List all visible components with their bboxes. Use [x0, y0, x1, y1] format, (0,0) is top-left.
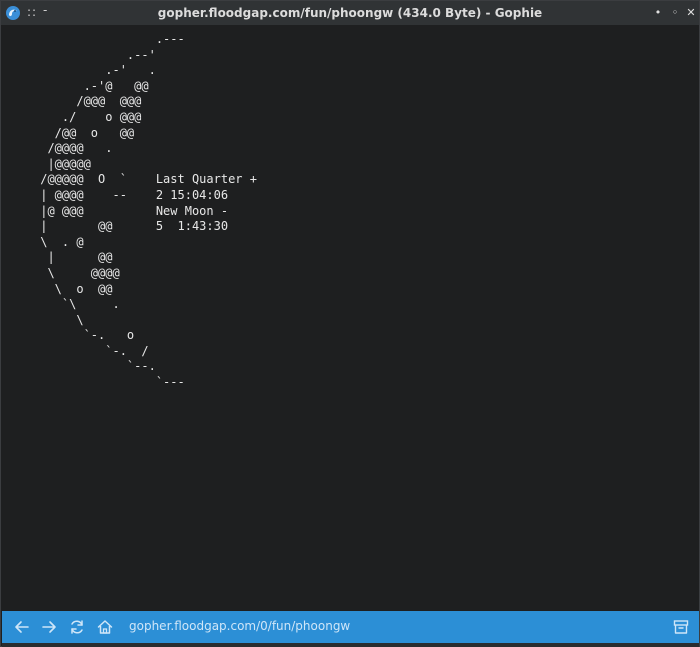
text-line: /@@@@ .	[33, 141, 113, 156]
text-line: |@ @@@ New Moon -	[33, 203, 229, 218]
moon-phase-text: .--- .--' .-' . .-'@ @@ /@@@ @@@ ./ o @@…	[33, 32, 257, 391]
text-line: |@@@@@	[33, 156, 91, 171]
text-line: \ . @	[33, 234, 84, 249]
archive-icon[interactable]	[672, 618, 690, 636]
text-line: `-. /	[33, 343, 149, 358]
text-line: .--'	[33, 47, 156, 62]
text-line: /@@ o @@	[33, 125, 135, 140]
maximize-button[interactable]: ◦	[668, 6, 682, 20]
text-line: \ o @@	[33, 281, 113, 296]
navigation-bar: gopher.floodgap.com/0/fun/phoongw	[2, 611, 699, 643]
text-line: \ @@@@	[33, 265, 120, 280]
close-button[interactable]: ✕	[684, 6, 698, 20]
text-line: .---	[33, 32, 185, 46]
title-bar[interactable]: :: - gopher.floodgap.com/fun/phoongw (43…	[1, 1, 699, 25]
text-line: `-. o	[33, 328, 135, 343]
text-line: | @@	[33, 250, 113, 265]
refresh-icon[interactable]	[68, 618, 86, 636]
text-line: | @@@@ -- 2 15:04:06	[33, 187, 229, 202]
text-line: \	[33, 312, 84, 327]
minimize-button[interactable]: •	[651, 6, 665, 20]
window-bottom-border	[2, 643, 699, 647]
text-line: .-'@ @@	[33, 78, 149, 93]
text-line: `--.	[33, 359, 156, 374]
text-line: `\ .	[33, 297, 120, 312]
home-icon[interactable]	[96, 618, 114, 636]
document-view[interactable]: .--- .--' .-' . .-'@ @@ /@@@ @@@ ./ o @@…	[2, 25, 699, 611]
text-line: /@@@@@ O ` Last Quarter +	[33, 172, 257, 187]
text-line: .-' .	[33, 63, 156, 78]
text-line: `---	[33, 375, 185, 390]
forward-arrow-icon[interactable]	[40, 618, 58, 636]
app-window: :: - gopher.floodgap.com/fun/phoongw (43…	[0, 0, 700, 647]
back-arrow-icon[interactable]	[13, 618, 31, 636]
window-title: gopher.floodgap.com/fun/phoongw (434.0 B…	[157, 6, 543, 20]
address-field[interactable]: gopher.floodgap.com/0/fun/phoongw	[129, 619, 350, 633]
text-line: | @@ 5 1:43:30	[33, 219, 229, 234]
text-line: ./ o @@@	[33, 109, 142, 124]
text-line: /@@@ @@@	[33, 94, 142, 109]
